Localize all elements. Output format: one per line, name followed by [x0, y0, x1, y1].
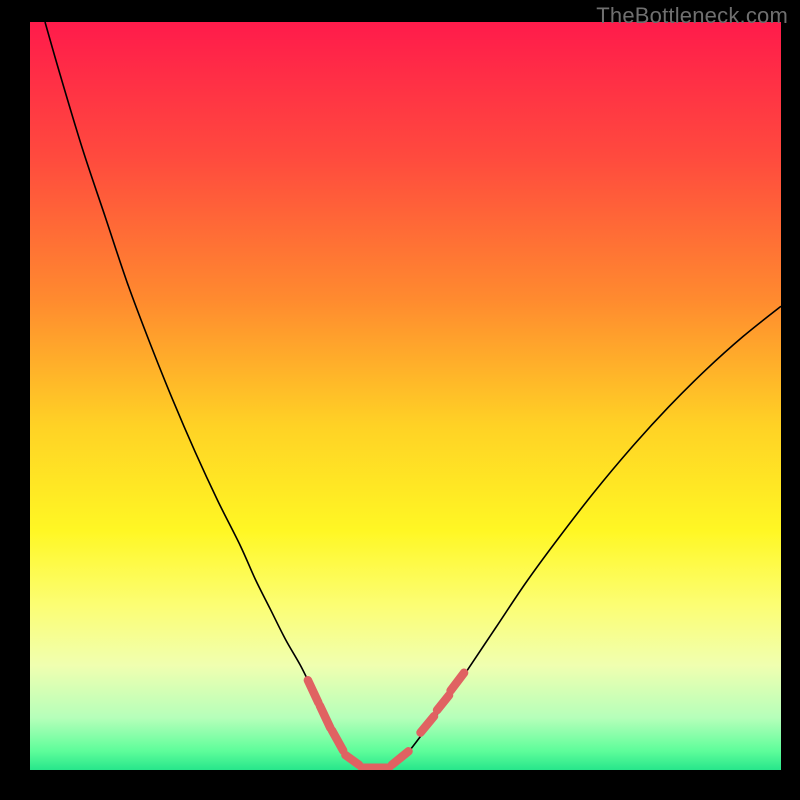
watermark-text: TheBottleneck.com — [596, 3, 788, 29]
plot-area — [30, 22, 781, 770]
chart-svg — [30, 22, 781, 770]
gradient-background — [30, 22, 781, 770]
chart-frame: TheBottleneck.com — [0, 0, 800, 800]
